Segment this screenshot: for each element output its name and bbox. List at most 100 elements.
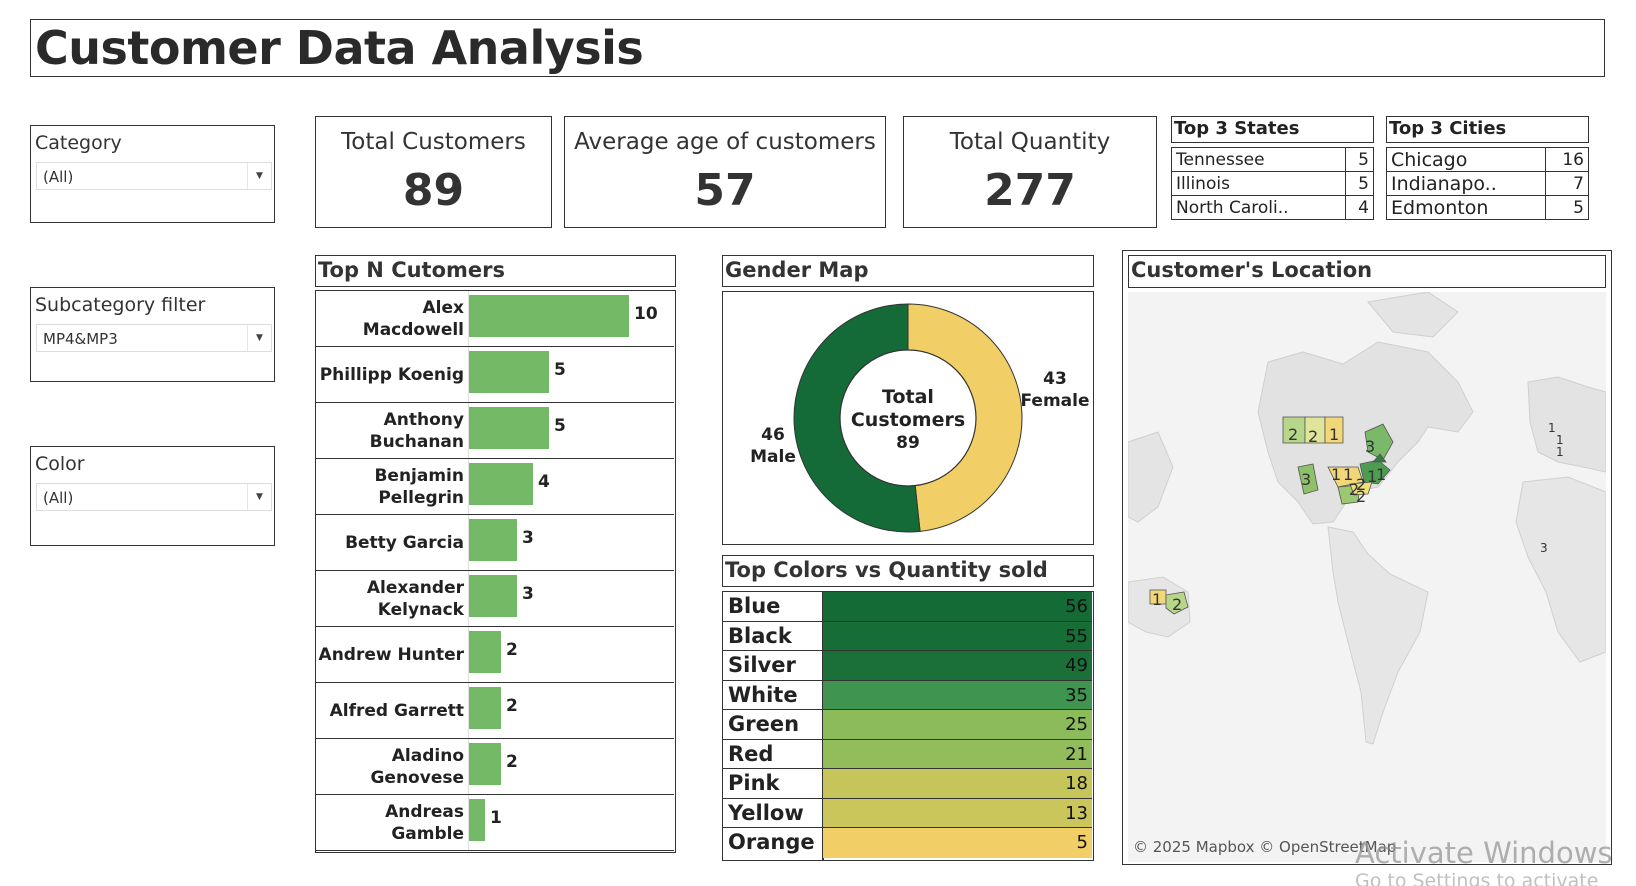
map-marker-label[interactable]: 1 [1329,425,1339,444]
customer-bar[interactable] [469,351,549,393]
color-row[interactable]: Orange 5 [723,828,1092,858]
top-cities-title: Top 3 Cities [1386,116,1589,143]
kpi-label: Total Quantity [949,129,1111,155]
map-marker-label[interactable]: 3 [1365,437,1375,456]
customer-name-label: Phillipp Koenig [319,365,464,385]
customer-bar[interactable] [469,743,501,785]
customer-row[interactable]: Andreas Gamble 1 [316,795,674,851]
color-quantity-cell[interactable]: 5 [823,828,1092,858]
color-row[interactable]: Red 21 [723,739,1092,769]
donut-center-line-2: Customers [851,409,965,431]
color-select-value: (All) [43,489,74,507]
color-name: Green [728,712,800,736]
map-marker-label[interactable]: 1 [1556,445,1564,459]
city-name: Chicago [1385,147,1547,172]
top-colors-title: Top Colors vs Quantity sold [722,555,1094,587]
map-marker-label[interactable]: 2 [1288,425,1298,444]
map-marker-label[interactable]: 3 [1301,470,1311,489]
map-marker-label[interactable]: 2 [1308,427,1318,446]
customer-location-map[interactable]: 221331122112111312 [1128,292,1606,862]
customer-row[interactable]: Anthony Buchanan 5 [316,403,674,459]
customer-row[interactable]: Benjamin Pellegrin 4 [316,459,674,515]
color-row[interactable]: Pink 18 [723,769,1092,799]
customer-row[interactable]: Alex Macdowell 10 [316,291,674,347]
page-title: Customer Data Analysis [35,21,644,75]
color-quantity-cell[interactable]: 21 [823,739,1092,769]
color-select[interactable]: (All) ▼ [36,483,272,511]
map-marker-label[interactable]: 1 [1376,465,1386,484]
category-filter: Category (All) ▼ [30,125,275,223]
city-value: 16 [1545,147,1589,172]
top-states-table: Tennessee 5 Illinois 5 North Caroli.. 4 [1171,147,1375,220]
color-quantity-value: 56 [1065,596,1088,617]
map-marker-label[interactable]: 2 [1356,487,1366,506]
male-name-label: Male [750,447,796,467]
customer-bar[interactable] [469,631,501,673]
color-quantity-cell[interactable]: 55 [823,621,1092,651]
subcategory-select-value: MP4&MP3 [43,330,118,348]
customer-name-label: Aladino Genovese [370,746,464,788]
customer-name-label: Andreas Gamble [385,802,464,844]
donut-center-line-1: Total [882,386,934,408]
map-marker-label[interactable]: 1 [1152,590,1162,609]
customer-row[interactable]: Andrew Hunter 2 [316,627,674,683]
customer-bar[interactable] [469,799,485,841]
chevron-down-icon[interactable]: ▼ [247,163,271,189]
color-quantity-cell[interactable]: 13 [823,798,1092,828]
customer-bar[interactable] [469,519,517,561]
map-marker-label[interactable]: 2 [1172,595,1182,614]
customer-bar[interactable] [469,463,533,505]
color-quantity-value: 21 [1065,743,1088,765]
color-row[interactable]: White 35 [723,680,1092,710]
kpi-label: Average age of customers [574,129,876,155]
europe-land [1527,376,1606,473]
customer-row[interactable]: Alexander Kelynack 3 [316,571,674,627]
customer-row[interactable]: Betty Garcia 3 [316,515,674,571]
category-select[interactable]: (All) ▼ [36,162,272,190]
africa-land [1515,476,1606,663]
customer-bar[interactable] [469,295,629,337]
customer-bar[interactable] [469,575,517,617]
color-row[interactable]: Green 25 [723,710,1092,740]
customer-bar[interactable] [469,407,549,449]
greenland-land [1367,292,1459,338]
customer-location-title: Customer's Location [1128,255,1606,288]
customer-row[interactable]: Aladino Genovese 2 [316,739,674,795]
customer-bar-value: 10 [634,304,658,324]
subcategory-select[interactable]: MP4&MP3 ▼ [36,324,272,352]
customer-row[interactable]: Phillipp Koenig 5 [316,347,674,403]
table-row: Edmonton 5 [1385,195,1589,220]
color-row[interactable]: Blue 56 [723,592,1092,622]
map-marker-label[interactable]: 1 [1548,421,1556,435]
color-row[interactable]: Yellow 13 [723,798,1092,828]
customer-name-label: Benjamin Pellegrin [374,466,464,508]
table-row: Illinois 5 [1171,171,1375,196]
color-quantity-cell[interactable]: 25 [823,710,1092,740]
state-name: Tennessee [1171,147,1346,172]
world-map: 2 2 133 1 122 11211131 2 [1128,292,1606,745]
kpi-total-quantity: Total Quantity 277 [903,116,1157,228]
male-count-label: 46 [761,425,785,445]
color-row[interactable]: Black 55 [723,621,1092,651]
asia-land [1128,431,1174,523]
gender-donut-frame: Total Customers 89 46 Male 43 Female [722,291,1094,545]
customer-bar[interactable] [469,687,501,729]
customer-row[interactable]: Alfred Garrett 2 [316,683,674,739]
map-marker-label[interactable]: 1 [1331,465,1341,484]
chevron-down-icon[interactable]: ▼ [247,325,271,351]
color-name: Yellow [728,800,804,825]
customer-bar-value: 3 [522,528,534,548]
chevron-down-icon[interactable]: ▼ [247,484,271,510]
color-quantity-cell[interactable]: 56 [823,592,1092,622]
female-name-label: Female [1021,391,1090,411]
color-quantity-cell[interactable]: 18 [823,769,1092,799]
map-marker-label[interactable]: 3 [1540,541,1548,555]
color-name: Red [728,741,774,766]
color-quantity-cell[interactable]: 35 [823,680,1092,710]
color-quantity-cell[interactable]: 49 [823,651,1092,681]
state-value: 5 [1344,171,1375,196]
color-row[interactable]: Silver 49 [723,651,1092,681]
table-row: Tennessee 5 [1171,147,1375,172]
dashboard-title-box: Customer Data Analysis [30,19,1605,77]
kpi-label: Total Customers [341,129,526,155]
